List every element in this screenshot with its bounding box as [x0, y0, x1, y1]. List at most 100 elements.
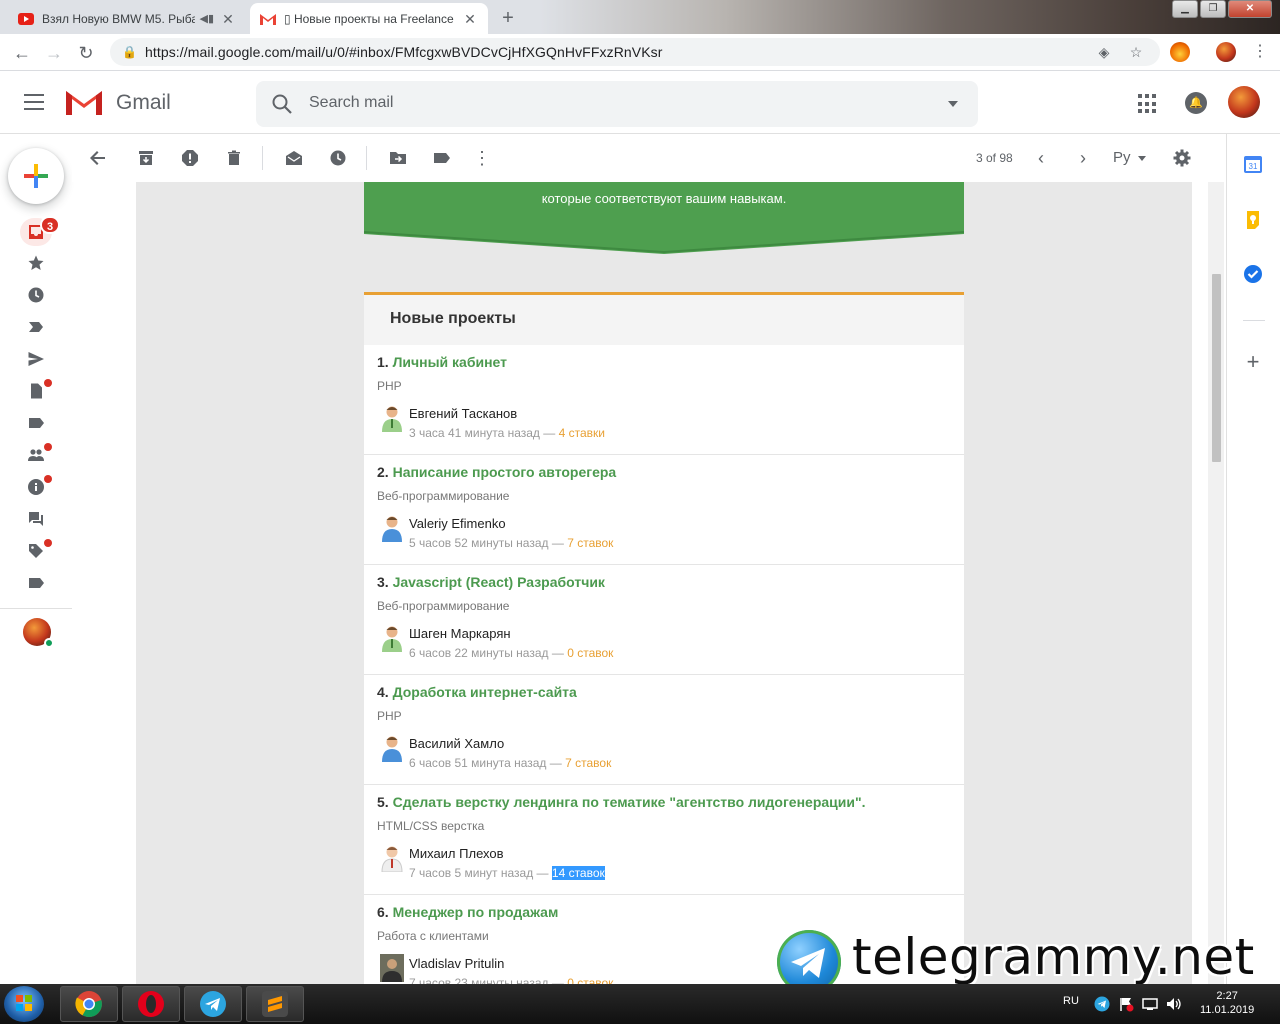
project-category: PHP [377, 379, 402, 393]
project-title: 4. Доработка интернет-сайта [377, 684, 577, 700]
more-options-icon[interactable]: ⋮ [472, 148, 492, 168]
project-title: 1. Личный кабинет [377, 354, 508, 370]
starred-icon[interactable] [22, 251, 50, 275]
project-title: 6. Менеджер по продажам [377, 904, 559, 920]
report-spam-icon[interactable] [180, 148, 200, 168]
volume-icon[interactable] [1166, 996, 1182, 1012]
important-label-icon[interactable] [22, 315, 50, 339]
muted-audio-icon[interactable]: ◀▮ [199, 12, 214, 25]
newer-chevron-icon[interactable]: ‹ [1038, 148, 1044, 168]
taskbar-opera[interactable] [122, 986, 180, 1022]
extension-eye-icon[interactable]: ◈ [1095, 43, 1113, 61]
snooze-clock-icon[interactable] [328, 148, 348, 168]
tasks-icon[interactable] [1243, 264, 1263, 284]
calendar-icon[interactable]: 31 [1243, 154, 1263, 174]
project-link[interactable]: Сделать верстку лендинга по тематике "аг… [393, 794, 866, 810]
project-meta: 6 часов 22 минуты назад — 0 ставок [409, 646, 614, 660]
keep-icon[interactable] [1243, 210, 1263, 230]
taskbar-chrome[interactable] [60, 986, 118, 1022]
project-meta: 7 часов 5 минут назад — 14 ставок [409, 866, 605, 880]
labels-icon[interactable] [432, 148, 452, 168]
user-avatar-icon [381, 846, 403, 872]
project-author: Vladislav Pritulin [409, 956, 505, 971]
new-tab-button[interactable]: + [496, 7, 520, 31]
start-button[interactable] [4, 986, 44, 1022]
lock-icon[interactable]: 🔒 [122, 45, 137, 59]
reload-icon[interactable]: ↻ [73, 40, 99, 66]
snoozed-clock-icon[interactable] [22, 283, 50, 307]
main-menu-icon[interactable] [24, 94, 44, 110]
search-input[interactable]: Search mail [309, 94, 393, 112]
restore-button[interactable]: ❐ [1200, 0, 1226, 18]
archive-icon[interactable] [136, 148, 156, 168]
search-mail-box[interactable]: Search mail [256, 81, 978, 127]
project-meta: 5 часов 52 минуты назад — 7 ставок [409, 536, 614, 550]
forums-chat-icon[interactable] [22, 507, 50, 531]
project-link[interactable]: Написание простого авторегера [393, 464, 617, 480]
project-bids-link[interactable]: 14 ставок [551, 866, 605, 880]
bookmark-star-icon[interactable]: ☆ [1127, 43, 1145, 61]
network-icon[interactable] [1142, 996, 1158, 1012]
input-tools-language[interactable]: Ру [1113, 149, 1131, 166]
profile-avatar-icon[interactable] [1216, 42, 1236, 62]
project-bids-link[interactable]: 7 ставок [565, 756, 611, 770]
project-category: Работа с клиентами [377, 929, 489, 943]
sent-icon[interactable] [22, 347, 50, 371]
project-bids-link[interactable]: 4 ставки [559, 426, 605, 440]
compose-button[interactable] [8, 148, 64, 204]
forward-arrow-icon[interactable]: → [41, 40, 67, 66]
notifications-bell-icon[interactable]: 🔔 [1185, 92, 1207, 114]
taskbar-telegram[interactable] [184, 986, 242, 1022]
project-bids-link[interactable]: 7 ставок [567, 536, 613, 550]
search-options-dropdown-icon[interactable] [948, 101, 958, 107]
taskbar-sublime[interactable] [246, 986, 304, 1022]
project-bids-link[interactable]: 0 ставок [567, 976, 613, 984]
tab-title: ▯ Новые проекты на Freelance [284, 11, 454, 26]
project-title: 5. Сделать верстку лендинга по тематике … [377, 794, 866, 810]
move-to-folder-icon[interactable] [388, 148, 408, 168]
project-link[interactable]: Доработка интернет-сайта [393, 684, 577, 700]
chrome-menu-icon[interactable]: ⋮ [1252, 43, 1268, 61]
vertical-scrollbar[interactable] [1208, 182, 1224, 984]
tray-telegram-icon[interactable] [1094, 996, 1110, 1012]
gmail-header: Gmail Search mail 🔔 [0, 72, 1280, 134]
back-arrow-icon[interactable]: ← [9, 40, 35, 66]
tab-youtube[interactable]: Взял Новую BMW M5. Рыба ◀▮ ✕ [8, 3, 246, 34]
window-close-button[interactable]: ✕ [1228, 0, 1272, 18]
gmail-brand-text: Gmail [116, 91, 171, 114]
minimize-button[interactable]: ▁ [1172, 0, 1198, 18]
project-link[interactable]: Javascript (React) Разработчик [393, 574, 605, 590]
browser-tabstrip: Взял Новую BMW M5. Рыба ◀▮ ✕ ▯ Новые про… [0, 0, 1280, 34]
close-tab-icon[interactable]: ✕ [462, 11, 478, 27]
search-icon[interactable] [270, 92, 294, 116]
system-clock[interactable]: 2:27 11.01.2019 [1200, 989, 1254, 1017]
language-dropdown-icon[interactable] [1138, 156, 1146, 161]
action-center-flag-icon[interactable] [1118, 996, 1134, 1012]
settings-gear-icon[interactable] [1172, 148, 1192, 168]
project-item: 2. Написание простого авторегера Веб-про… [364, 455, 964, 565]
delete-trash-icon[interactable] [224, 148, 244, 168]
extension-fire-icon[interactable] [1170, 42, 1190, 62]
gmail-logo-icon[interactable] [64, 87, 104, 117]
label-icon[interactable] [22, 411, 50, 435]
account-avatar[interactable] [1228, 86, 1260, 118]
tab-gmail[interactable]: ▯ Новые проекты на Freelance ✕ [250, 3, 488, 34]
scrollbar-thumb[interactable] [1212, 274, 1221, 462]
project-title: 3. Javascript (React) Разработчик [377, 574, 605, 590]
project-category: Веб-программирование [377, 599, 510, 613]
omnibox[interactable]: 🔒 https://mail.google.com/mail/u/0/#inbo… [110, 38, 1160, 66]
project-link[interactable]: Личный кабинет [393, 354, 507, 370]
project-bids-link[interactable]: 0 ставок [567, 646, 613, 660]
mark-unread-icon[interactable] [284, 148, 304, 168]
project-author: Шаген Маркарян [409, 626, 511, 641]
older-chevron-icon[interactable]: › [1080, 148, 1086, 168]
back-to-inbox-icon[interactable] [88, 148, 108, 168]
close-tab-icon[interactable]: ✕ [220, 11, 236, 27]
get-addons-plus-icon[interactable]: + [1243, 351, 1263, 373]
google-apps-icon[interactable] [1138, 94, 1158, 114]
nav-divider [0, 608, 72, 609]
label-icon[interactable] [22, 571, 50, 595]
keyboard-language[interactable]: RU [1063, 995, 1079, 1007]
project-link[interactable]: Менеджер по продажам [393, 904, 559, 920]
project-category: Веб-программирование [377, 489, 510, 503]
